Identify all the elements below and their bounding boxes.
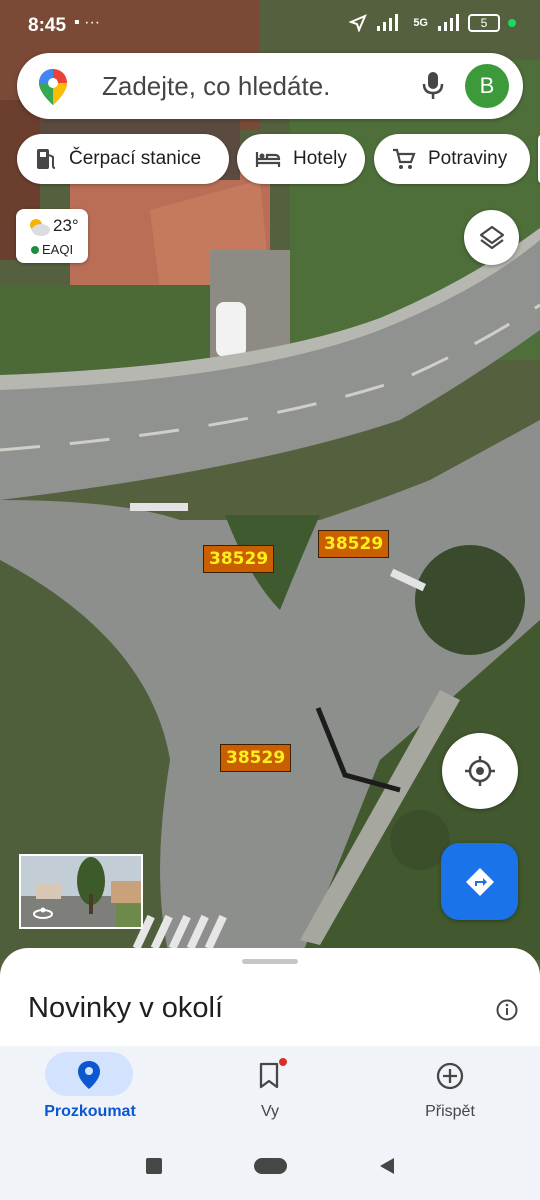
bookmark-icon [259,1062,279,1089]
layers-icon [479,225,504,249]
chip-label: Čerpací stanice [69,148,202,169]
google-maps-logo-icon [39,69,67,105]
nav-item-contribute[interactable]: Přispět [360,1046,540,1134]
back-button-icon[interactable] [378,1156,396,1176]
road-number-label[interactable]: 38529 [318,530,390,558]
microphone-icon[interactable] [421,70,445,102]
avatar[interactable]: B [465,64,509,108]
cart-icon [393,148,416,169]
status-bar: 8:45 ▪ ··· 5G 5 [0,0,540,52]
directions-button[interactable] [441,843,518,920]
road-number-label[interactable]: 38529 [220,744,292,772]
weather-widget[interactable]: 23° EAQI [16,209,88,263]
nav-label: Vy [260,1103,280,1120]
location-arrow-icon [349,14,368,32]
chip-hotels[interactable]: Hotely [237,134,365,184]
recents-button[interactable] [146,1158,162,1174]
chip-groceries[interactable]: Potraviny [374,134,530,184]
status-time: 8:45 [28,15,67,36]
chip-gas-stations[interactable]: Čerpací stanice [17,134,229,184]
notification-dot [279,1058,287,1066]
location-pin-icon [78,1061,100,1089]
bottom-navigation: Prozkoumat Vy Přispět [0,1046,540,1134]
home-button[interactable] [254,1158,287,1174]
bed-icon [255,152,281,167]
chip-label: Potraviny [428,148,508,169]
notification-icons: ▪ ··· [74,14,101,31]
network-type: 5G [413,17,428,29]
street-view-thumbnail[interactable] [19,854,143,929]
sheet-title: Novinky v okolí [28,992,224,1024]
chip-label: Hotely [293,148,347,169]
360-rotate-icon [33,907,53,919]
directions-icon [465,867,494,896]
system-navigation-bar [0,1134,540,1200]
nav-label: Přispět [425,1103,475,1120]
crosshair-icon [465,756,495,786]
road-number-label[interactable]: 38529 [203,545,275,573]
nav-item-explore[interactable]: Prozkoumat [0,1046,180,1134]
nav-item-you[interactable]: Vy [180,1046,360,1134]
nav-label: Prozkoumat [44,1103,136,1120]
layers-button[interactable] [464,210,519,265]
drag-handle[interactable] [242,959,298,964]
weather-temperature: 23° [53,216,79,235]
search-input[interactable]: Zadejte, co hledáte. [102,71,330,102]
signal-icon [377,14,399,31]
privacy-indicator-dot [508,19,516,27]
signal-5g-icon [438,14,459,31]
gas-station-icon [37,149,56,169]
info-icon[interactable] [495,998,519,1022]
bottom-sheet[interactable]: Novinky v okolí [0,948,540,1048]
aqi-status-dot [31,246,39,254]
aqi-label: EAQI [42,242,74,257]
status-right-icons: 5G 5 [349,14,516,32]
add-circle-icon [436,1062,464,1090]
search-bar[interactable]: Zadejte, co hledáte. B [17,53,523,119]
my-location-button[interactable] [442,733,518,809]
battery-icon: 5 [468,14,500,32]
partly-cloudy-icon [30,219,50,236]
